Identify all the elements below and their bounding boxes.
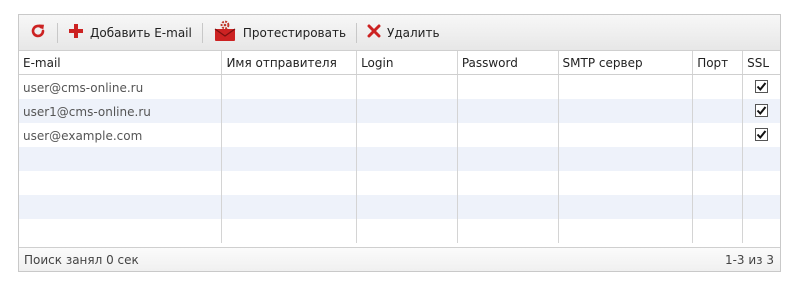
cell-email: user@cms-online.ru [19, 75, 223, 99]
toolbar-separator [201, 22, 203, 43]
refresh-icon [29, 22, 47, 43]
column-header-password[interactable]: Password [458, 51, 559, 74]
cell-login [357, 99, 458, 123]
cell-smtp [559, 99, 694, 123]
toolbar-separator [356, 22, 358, 43]
check-icon [756, 130, 767, 140]
cell-sender-name [222, 75, 358, 99]
cell-ssl [743, 75, 780, 99]
toolbar-separator [57, 22, 58, 43]
cell-password [458, 75, 559, 99]
table-row[interactable]: user@cms-online.ru [19, 75, 780, 99]
paging-info: 1-3 из 3 [724, 252, 774, 267]
table-row[interactable]: user1@cms-online.ru [19, 99, 780, 123]
column-header-email[interactable]: E-mail [19, 51, 223, 74]
email-grid-panel: Добавить E-mail Протестировать Удалить E… [18, 14, 781, 272]
test-label: Протестировать [242, 25, 347, 40]
cell-smtp [559, 75, 694, 99]
empty-row [19, 147, 780, 171]
cell-password [458, 99, 559, 123]
ssl-checkbox[interactable] [755, 80, 769, 93]
cell-port [693, 123, 744, 147]
table-body: user@cms-online.ru user1@cms-online.ru u… [19, 75, 780, 247]
empty-row [19, 171, 780, 195]
cell-login [357, 123, 458, 147]
cell-port [693, 75, 744, 99]
empty-row [19, 195, 780, 219]
test-button[interactable]: Протестировать [209, 20, 350, 46]
close-icon [367, 24, 381, 41]
cell-password [458, 123, 559, 147]
ssl-checkbox[interactable] [755, 128, 769, 141]
ssl-checkbox[interactable] [755, 104, 769, 117]
cell-ssl [743, 123, 780, 147]
add-email-button[interactable]: Добавить E-mail [64, 20, 196, 46]
status-bar: Поиск занял 0 сек 1-3 из 3 [19, 247, 780, 271]
empty-row [19, 219, 780, 243]
cell-email: user@example.com [19, 123, 223, 147]
column-header-login[interactable]: Login [357, 51, 458, 74]
column-header-ssl[interactable]: SSL [743, 51, 780, 74]
plus-icon [68, 23, 84, 42]
cell-smtp [559, 123, 694, 147]
refresh-button[interactable] [25, 20, 51, 46]
check-icon [756, 82, 767, 92]
cell-email: user1@cms-online.ru [19, 99, 223, 123]
cell-port [693, 99, 744, 123]
check-icon [756, 106, 767, 116]
mail-gear-icon [213, 20, 237, 45]
add-email-label: Добавить E-mail [90, 25, 192, 40]
table-header: E-mail Имя отправителя Login Password SM… [19, 51, 780, 75]
search-time-status: Поиск занял 0 сек [24, 252, 139, 267]
delete-button[interactable]: Удалить [363, 20, 444, 46]
cell-sender-name [222, 99, 358, 123]
email-table: E-mail Имя отправителя Login Password SM… [19, 51, 780, 247]
cell-sender-name [222, 123, 358, 147]
table-row[interactable]: user@example.com [19, 123, 780, 147]
column-header-port[interactable]: Порт [693, 51, 744, 74]
toolbar: Добавить E-mail Протестировать Удалить [19, 15, 780, 51]
delete-label: Удалить [387, 25, 440, 40]
column-header-smtp[interactable]: SMTP сервер [559, 51, 694, 74]
cell-ssl [743, 99, 780, 123]
cell-login [357, 75, 458, 99]
column-header-sender-name[interactable]: Имя отправителя [222, 51, 358, 74]
